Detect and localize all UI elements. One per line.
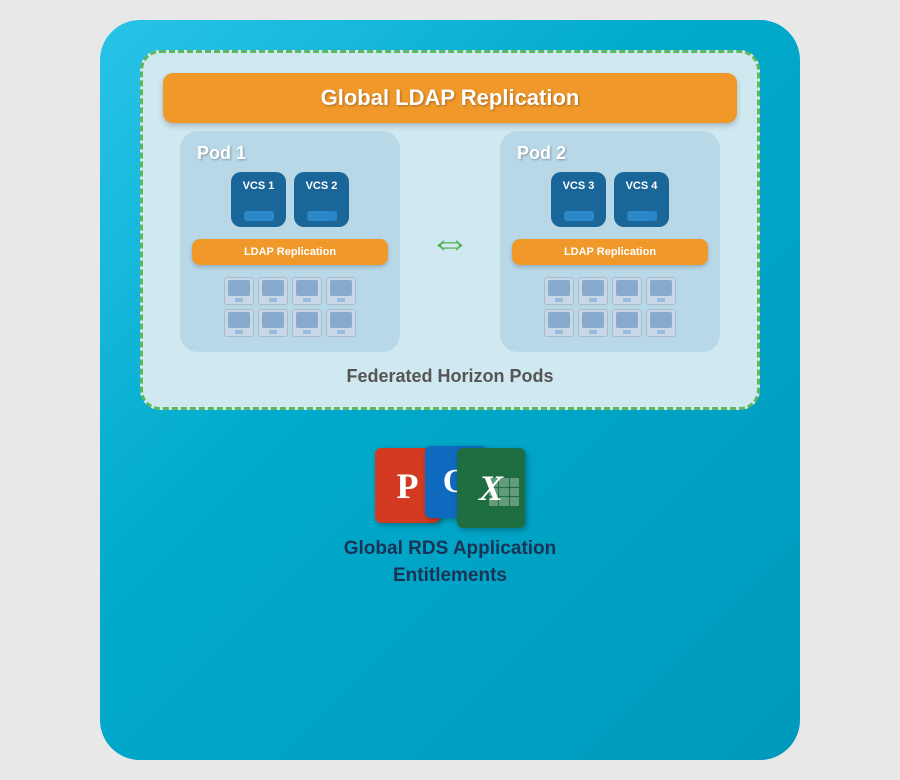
desktop-icon bbox=[224, 277, 254, 305]
desktop-icon bbox=[292, 309, 322, 337]
pod2-vcs-row: VCS 3 VCS 4 bbox=[512, 172, 708, 227]
office-section: P O X Global RDS Application Entitlement… bbox=[344, 428, 557, 589]
pod1-vcs-row: VCS 1 VCS 2 bbox=[192, 172, 388, 227]
desktop-icon bbox=[544, 277, 574, 305]
desktop-icon bbox=[578, 277, 608, 305]
pod1-label: Pod 1 bbox=[192, 143, 246, 164]
vcs1-block: VCS 1 bbox=[231, 172, 286, 227]
desktop-icon bbox=[612, 277, 642, 305]
pod2-desktop-grid bbox=[544, 277, 676, 337]
federated-label: Federated Horizon Pods bbox=[163, 366, 737, 387]
pod2-label: Pod 2 bbox=[512, 143, 566, 164]
desktop-icon bbox=[258, 309, 288, 337]
vcs3-block: VCS 3 bbox=[551, 172, 606, 227]
main-container: Global LDAP Replication Pod 1 VCS 1 VCS … bbox=[100, 20, 800, 760]
desktop-icon bbox=[646, 277, 676, 305]
vcs2-label: VCS 2 bbox=[306, 180, 338, 192]
pod1-ldap-replication: LDAP Replication bbox=[192, 239, 388, 265]
vcs4-label: VCS 4 bbox=[626, 180, 658, 192]
vcs4-block: VCS 4 bbox=[614, 172, 669, 227]
pod1-box: Pod 1 VCS 1 VCS 2 LDAP Replication bbox=[180, 131, 400, 352]
desktop-icon bbox=[326, 309, 356, 337]
vcs2-block: VCS 2 bbox=[294, 172, 349, 227]
pods-content: Global LDAP Replication Pod 1 VCS 1 VCS … bbox=[163, 73, 737, 387]
global-rds-line1: Global RDS Application bbox=[344, 538, 557, 559]
global-rds-label: Global RDS Application Entitlements bbox=[344, 536, 557, 589]
desktop-icon bbox=[646, 309, 676, 337]
desktop-icon bbox=[258, 277, 288, 305]
global-ldap-banner: Global LDAP Replication bbox=[163, 73, 737, 123]
desktop-icon bbox=[292, 277, 322, 305]
global-rds-line2: Entitlements bbox=[393, 565, 507, 586]
double-arrow-icon: ⇔ bbox=[429, 221, 471, 263]
office-icons-group: P O X bbox=[370, 428, 530, 528]
excel-grid-overlay bbox=[489, 478, 519, 506]
desktop-icon bbox=[544, 309, 574, 337]
pod2-box: Pod 2 VCS 3 VCS 4 LDAP Replication bbox=[500, 131, 720, 352]
vcs3-label: VCS 3 bbox=[563, 180, 595, 192]
federated-pods-container: Global LDAP Replication Pod 1 VCS 1 VCS … bbox=[140, 50, 760, 410]
ppt-letter: P bbox=[397, 468, 419, 504]
pod2-ldap-replication: LDAP Replication bbox=[512, 239, 708, 265]
vcs1-label: VCS 1 bbox=[243, 180, 275, 192]
pod1-desktop-grid bbox=[224, 277, 356, 337]
desktop-icon bbox=[578, 309, 608, 337]
pods-row: Pod 1 VCS 1 VCS 2 LDAP Replication bbox=[163, 131, 737, 352]
desktop-icon bbox=[612, 309, 642, 337]
replication-arrow-container: ⇔ bbox=[420, 221, 480, 263]
desktop-icon bbox=[224, 309, 254, 337]
excel-icon: X bbox=[457, 448, 525, 528]
desktop-icon bbox=[326, 277, 356, 305]
